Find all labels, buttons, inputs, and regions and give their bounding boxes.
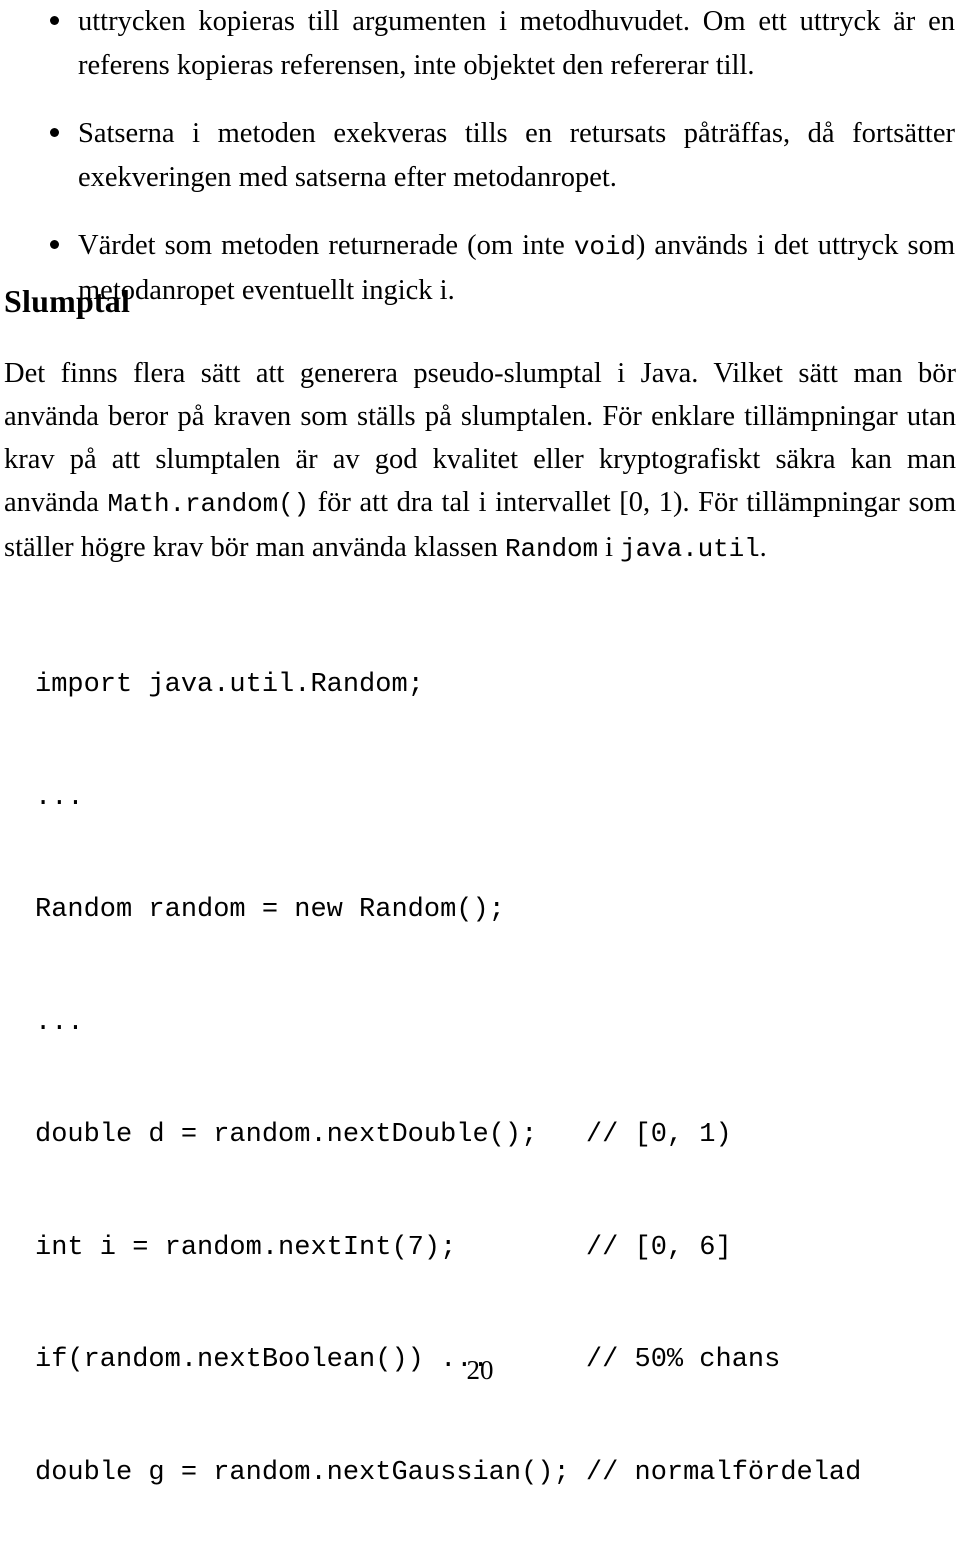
section-heading: Slumptal — [4, 283, 131, 319]
list-item: Värdet som metoden returnerade (om inte … — [0, 224, 960, 313]
inline-code-random-class: Random — [504, 534, 598, 564]
list-item: uttrycken kopieras till argumenten i met… — [0, 0, 960, 88]
list-item-text: Värdet som metoden returnerade (om inte — [78, 230, 574, 261]
list-item-text: uttrycken kopieras till argumenten i met… — [78, 6, 955, 81]
paragraph-text-part2: för att dra tal i intervallet — [309, 487, 620, 518]
bullet-point-icon — [50, 16, 59, 25]
paragraph-text-part5: . — [759, 532, 767, 563]
code-line: ... — [35, 1007, 84, 1038]
code-line: double d = random.nextDouble(); // [0, 1… — [35, 1120, 732, 1150]
paragraph-text-part4: i — [597, 532, 621, 563]
code-line: ... — [35, 782, 84, 813]
bullet-list: uttrycken kopieras till argumenten i met… — [0, 0, 960, 313]
code-line: int i = random.nextInt(7); // [0, 6] — [35, 1232, 732, 1263]
interval-notation: [0, 1) — [619, 487, 683, 518]
page-number: 20 — [466, 1355, 494, 1385]
code-block: import java.util.Random; ... Random rand… — [35, 592, 861, 1567]
inline-code-math-random: Math.random() — [107, 489, 310, 519]
list-item: Satserna i metoden exekveras tills en re… — [0, 112, 960, 200]
body-paragraph: Det finns flera sätt att generera pseudo… — [4, 352, 956, 571]
document-page: uttrycken kopieras till argumenten i met… — [0, 0, 960, 1488]
code-line: double g = random.nextGaussian(); // nor… — [35, 1457, 862, 1488]
bullet-point-icon — [50, 240, 59, 249]
code-line: Random random = new Random(); — [35, 895, 505, 925]
code-line: import java.util.Random; — [35, 670, 424, 700]
list-item-text: Satserna i metoden exekveras tills en re… — [78, 118, 955, 193]
inline-code-void: void — [573, 232, 636, 262]
inline-code-java-util: java.util — [620, 534, 760, 564]
bullet-point-icon — [50, 128, 59, 137]
